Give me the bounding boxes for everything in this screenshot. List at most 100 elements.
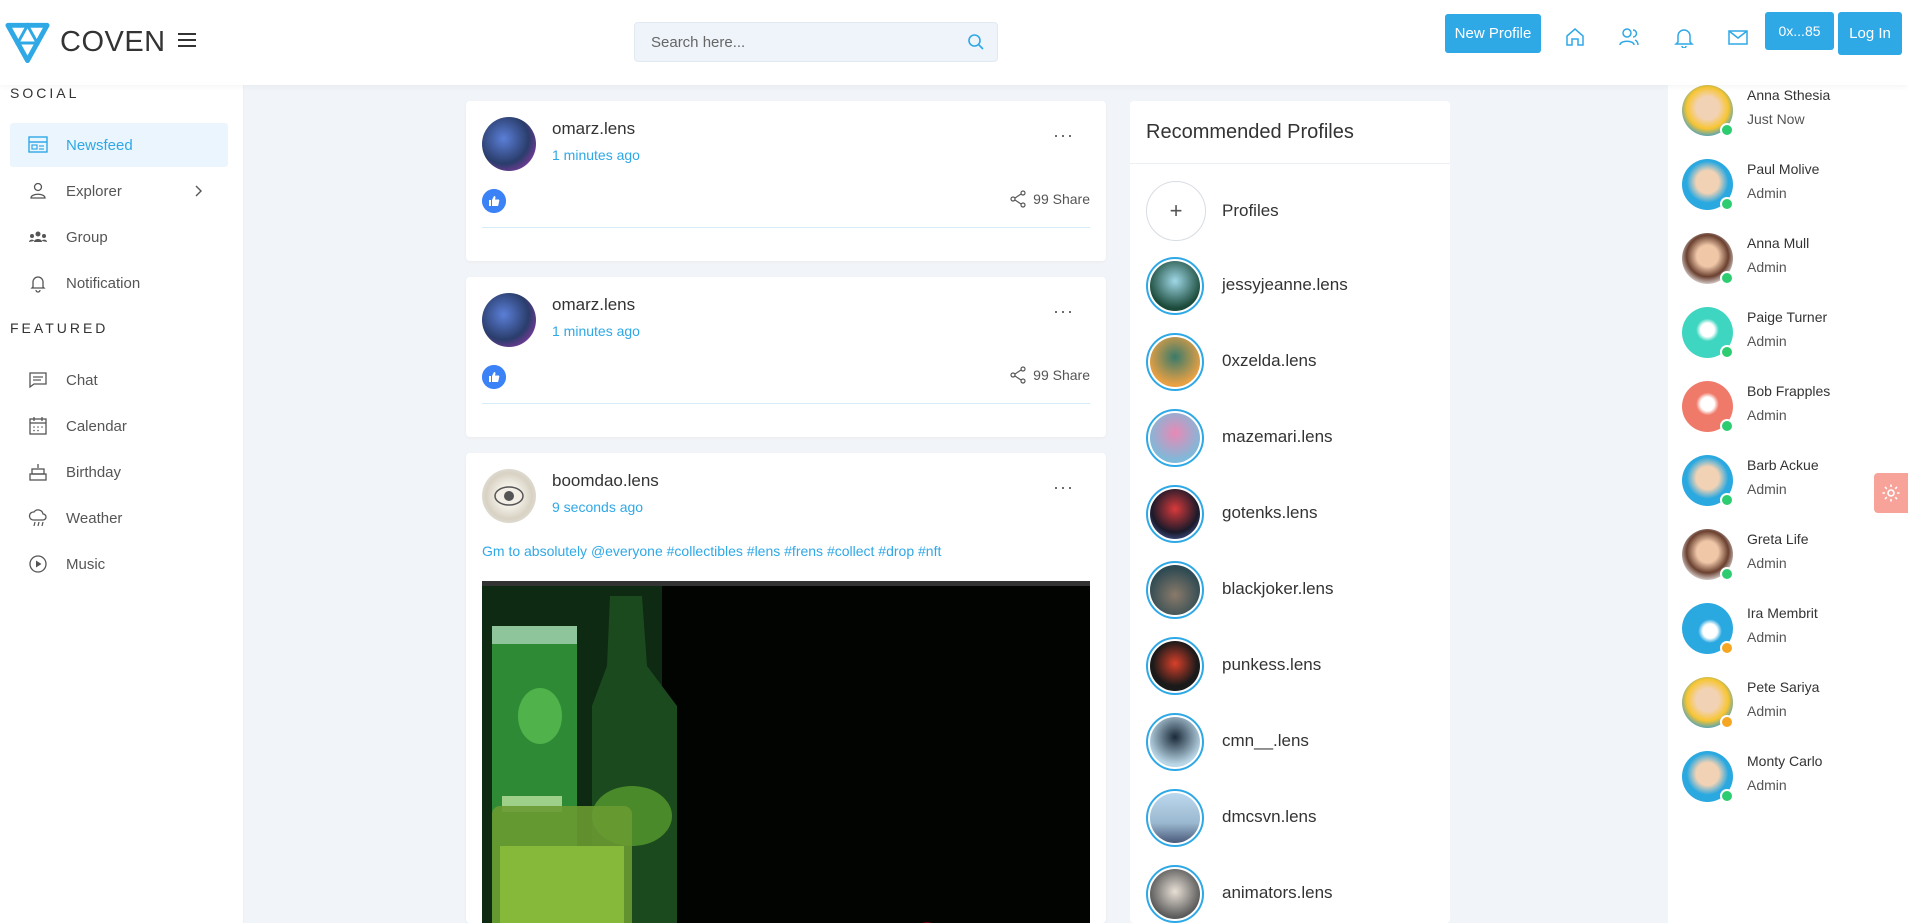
- sidebar-item-label: Birthday: [66, 463, 122, 481]
- post-options-icon[interactable]: ···: [1053, 301, 1074, 322]
- recommended-profile-item[interactable]: cmn__.lens: [1146, 713, 1436, 775]
- sidebar-item-weather[interactable]: Weather: [10, 496, 228, 540]
- post-image[interactable]: [482, 581, 1090, 923]
- app-name: COVEN: [60, 25, 166, 58]
- bell-icon: [30, 276, 46, 293]
- chevron-right-icon: [195, 185, 202, 197]
- sidebar-item-group[interactable]: Group: [10, 215, 228, 259]
- recommended-profile-item[interactable]: blackjoker.lens: [1146, 561, 1436, 623]
- profile-avatar: [1146, 333, 1204, 391]
- settings-button[interactable]: [1874, 473, 1908, 513]
- profile-name: blackjoker.lens: [1222, 579, 1334, 598]
- add-profile-icon[interactable]: +: [1146, 181, 1206, 241]
- sidebar-item-notification[interactable]: Notification: [10, 261, 228, 305]
- contact-item[interactable]: Anna Sthesia Just Now: [1682, 85, 1892, 141]
- login-button[interactable]: Log In: [1838, 12, 1902, 55]
- profile-avatar: [1146, 789, 1204, 847]
- recommended-profile-item[interactable]: mazemari.lens: [1146, 409, 1436, 471]
- sidebar-item-label: Chat: [66, 371, 98, 389]
- add-profile-label[interactable]: Profiles: [1222, 201, 1279, 221]
- share-button[interactable]: 99 Share: [1009, 366, 1090, 384]
- mail-icon[interactable]: [1727, 26, 1749, 48]
- post-username[interactable]: boomdao.lens: [552, 471, 659, 491]
- sidebar-item-birthday[interactable]: Birthday: [10, 450, 228, 494]
- contact-item[interactable]: Pete Sariya Admin: [1682, 677, 1892, 733]
- sidebar-item-chat[interactable]: Chat: [10, 358, 228, 402]
- feed-post: omarz.lens 1 minutes ago ··· 99 Share: [466, 277, 1106, 437]
- cloud-rain-icon: [28, 509, 47, 527]
- status-dot: [1720, 271, 1734, 285]
- like-icon[interactable]: [482, 365, 506, 389]
- top-header: COVEN New Profile 0x...85 Log In: [0, 0, 1908, 85]
- profile-avatar: [1146, 713, 1204, 771]
- contact-item[interactable]: Ira Membrit Admin: [1682, 603, 1892, 659]
- contact-item[interactable]: Greta Life Admin: [1682, 529, 1892, 585]
- cake-icon: [29, 464, 47, 481]
- post-timestamp: 9 seconds ago: [552, 499, 644, 515]
- app-logo[interactable]: COVEN: [4, 19, 166, 65]
- contact-name: Barb Ackue: [1747, 457, 1819, 473]
- contact-status: Admin: [1747, 481, 1787, 497]
- sidebar-item-music[interactable]: Music: [10, 542, 228, 586]
- recommended-profile-item[interactable]: jessyjeanne.lens: [1146, 257, 1436, 319]
- search-input[interactable]: [635, 23, 955, 61]
- post-options-icon[interactable]: ···: [1053, 477, 1074, 498]
- contact-item[interactable]: Barb Ackue Admin: [1682, 455, 1892, 511]
- status-dot: [1720, 419, 1734, 433]
- contact-item[interactable]: Paul Molive Admin: [1682, 159, 1892, 215]
- user-avatar[interactable]: [482, 469, 536, 523]
- post-options-icon[interactable]: ···: [1053, 125, 1074, 146]
- post-username[interactable]: omarz.lens: [552, 295, 635, 315]
- bell-icon[interactable]: [1673, 26, 1695, 48]
- status-dot: [1720, 345, 1734, 359]
- contact-status: Admin: [1747, 259, 1787, 275]
- contact-item[interactable]: Monty Carlo Admin: [1682, 751, 1892, 807]
- profile-avatar: [1146, 637, 1204, 695]
- share-button[interactable]: 99 Share: [1009, 190, 1090, 208]
- post-timestamp: 1 minutes ago: [552, 147, 640, 163]
- featured-section-title: FEATURED: [10, 320, 109, 336]
- post-username[interactable]: omarz.lens: [552, 119, 635, 139]
- new-profile-button[interactable]: New Profile: [1445, 14, 1541, 53]
- status-dot: [1720, 641, 1734, 655]
- sidebar-item-calendar[interactable]: Calendar: [10, 404, 228, 448]
- user-avatar[interactable]: [482, 293, 536, 347]
- wallet-address-button[interactable]: 0x...85: [1765, 12, 1834, 50]
- search-icon[interactable]: [967, 33, 985, 51]
- contacts-sidebar: Anna Sthesia Just Now Paul Molive Admin …: [1668, 85, 1908, 923]
- contact-item[interactable]: Paige Turner Admin: [1682, 307, 1892, 363]
- play-icon: [29, 555, 47, 573]
- recommended-title: Recommended Profiles: [1146, 121, 1354, 143]
- status-dot: [1720, 567, 1734, 581]
- recommended-profile-item[interactable]: animators.lens: [1146, 865, 1436, 923]
- panel-divider: [1130, 163, 1450, 164]
- home-icon[interactable]: [1564, 26, 1586, 48]
- sidebar-item-label: Notification: [66, 274, 141, 292]
- sidebar-item-explorer[interactable]: Explorer: [10, 169, 228, 213]
- users-icon[interactable]: [1618, 26, 1640, 48]
- menu-toggle-icon[interactable]: [178, 33, 196, 47]
- calendar-icon: [29, 417, 47, 435]
- share-count: 99 Share: [1033, 191, 1090, 207]
- profile-name: mazemari.lens: [1222, 427, 1333, 446]
- contact-item[interactable]: Bob Frapples Admin: [1682, 381, 1892, 437]
- contact-name: Anna Sthesia: [1747, 87, 1831, 103]
- recommended-profile-item[interactable]: punkess.lens: [1146, 637, 1436, 699]
- status-dot: [1720, 789, 1734, 803]
- gear-icon: [1882, 484, 1900, 502]
- recommended-profile-item[interactable]: gotenks.lens: [1146, 485, 1436, 547]
- sidebar-item-label: Newsfeed: [66, 136, 133, 154]
- profile-avatar: [1146, 865, 1204, 923]
- user-avatar[interactable]: [482, 117, 536, 171]
- recommended-profile-item[interactable]: 0xzelda.lens: [1146, 333, 1436, 395]
- post-divider: [482, 403, 1090, 404]
- drinks-photo: [482, 586, 1090, 923]
- status-dot: [1720, 493, 1734, 507]
- recommended-profile-item[interactable]: dmcsvn.lens: [1146, 789, 1436, 851]
- contact-name: Ira Membrit: [1747, 605, 1818, 621]
- like-icon[interactable]: [482, 189, 506, 213]
- feed-post: boomdao.lens 9 seconds ago ··· Gm to abs…: [466, 453, 1106, 923]
- sidebar-item-newsfeed[interactable]: Newsfeed: [10, 123, 228, 167]
- contact-item[interactable]: Anna Mull Admin: [1682, 233, 1892, 289]
- user-icon: [30, 182, 46, 199]
